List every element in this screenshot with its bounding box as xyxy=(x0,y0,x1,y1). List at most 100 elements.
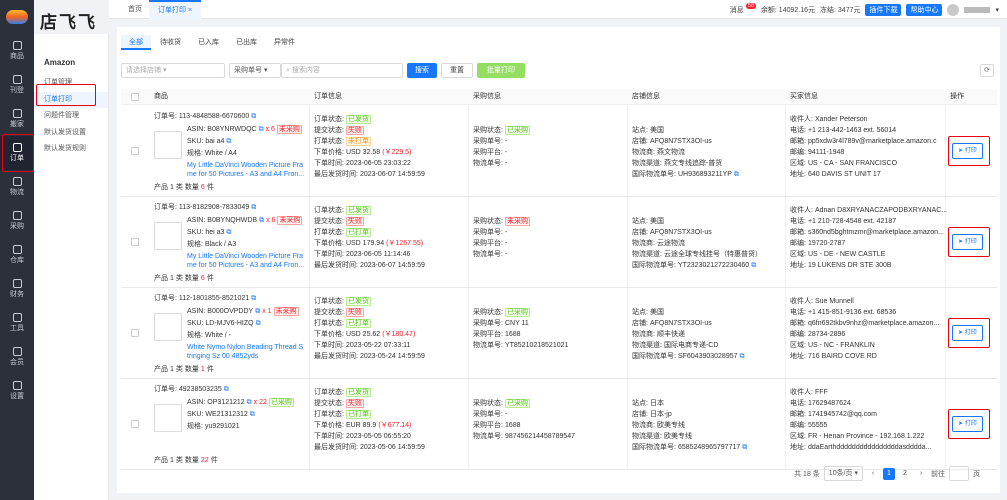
region-label: 区域: xyxy=(790,433,806,440)
copy-icon[interactable]: ⧉ xyxy=(251,204,256,211)
row-checkbox[interactable] xyxy=(131,329,139,337)
nav-item-finance[interactable]: 财务 xyxy=(0,272,34,306)
product-title-line1[interactable]: My Little DaVinci Wooden Picture Fra xyxy=(187,253,303,260)
store-select[interactable]: 请选择店铺 ▾ xyxy=(121,63,225,78)
nav-item-gear[interactable]: 设置 xyxy=(0,374,34,408)
chevron-down-icon[interactable]: ▾ xyxy=(995,6,999,14)
search-button[interactable]: 搜索 xyxy=(407,63,437,78)
search-input[interactable]: ⌕ 搜索内容 xyxy=(281,63,403,78)
select-all-checkbox[interactable] xyxy=(131,93,139,101)
help-center-button[interactable]: 帮助中心 xyxy=(906,3,943,16)
copy-icon[interactable]: ⧉ xyxy=(259,217,264,224)
nav-item-member[interactable]: 会员 xyxy=(0,340,34,374)
product-title-line2[interactable]: me for 50 Pictures - A3 and A4 Fron... xyxy=(187,171,304,178)
prev-page-icon[interactable]: ‹ xyxy=(867,468,879,480)
info-line: 产品 1 类数量 6 件 xyxy=(154,274,216,283)
copy-icon[interactable]: ⧉ xyxy=(250,411,255,418)
frozen-text: 冻结: 3477元 xyxy=(820,6,861,14)
info-line: 邮编: 55555 xyxy=(790,421,829,430)
tab-order-print[interactable]: 订单打印 × xyxy=(149,0,202,19)
nav-item-tool[interactable]: 工具 xyxy=(0,306,34,340)
nav-item-warehouse[interactable]: 仓库 xyxy=(0,238,34,272)
site-value: 日本 xyxy=(649,400,664,407)
tab-home[interactable]: 首页 xyxy=(119,0,151,19)
info-line: 区域: FR - Henan Province - 192.168.1.222 xyxy=(790,432,926,441)
channel-value: 云途全球专线挂号（特惠普货） xyxy=(663,251,762,258)
subnav-default-ship-rules[interactable]: 默认发货规则 xyxy=(34,141,108,158)
tab-exception[interactable]: 异常件 xyxy=(266,35,303,50)
asin-label: ASIN: xyxy=(187,126,206,133)
purchase-status: 未采购 xyxy=(504,217,530,226)
row-checkbox[interactable] xyxy=(131,238,139,246)
order-time-value: 2023-05-05 06:55:20 xyxy=(345,433,411,440)
search-type-select[interactable]: 采购单号 ▾ xyxy=(229,63,281,78)
product-title-line2[interactable]: tringing Sz 00 4852yds xyxy=(187,353,258,360)
postal-label: 邮编: xyxy=(790,331,806,338)
product-title-line1[interactable]: White Nymo Nylon Beading Thread S xyxy=(187,344,303,351)
info-line: 产品 1 类数量 6 件 xyxy=(154,183,216,192)
nav-item-box[interactable]: 商品 xyxy=(0,34,34,68)
product-title-line2[interactable]: me for 50 Pictures - A3 and A4 Fron... xyxy=(187,262,304,269)
copy-icon[interactable]: ⧉ xyxy=(256,320,261,327)
product-title-line1[interactable]: My Little DaVinci Wooden Picture Fra xyxy=(187,162,303,169)
nav-item-upload[interactable]: 刊登 xyxy=(0,68,34,102)
copy-icon[interactable]: ⧉ xyxy=(226,138,231,145)
avatar[interactable] xyxy=(947,3,960,16)
tab-pending-receipt[interactable]: 待收货 xyxy=(152,35,189,50)
product-thumbnail[interactable] xyxy=(154,404,182,432)
main-sidebar: 商品 刊登 搬家 订单 物流 采购 仓库 财务 工具 会员 设置 xyxy=(0,0,34,500)
order-status-badge: 已发货 xyxy=(345,388,371,397)
close-icon[interactable]: × xyxy=(188,7,192,14)
info-line: 物流单号: - xyxy=(473,250,509,259)
buyer-label: 收件人: xyxy=(790,207,813,214)
nav-item-home[interactable]: 物流 xyxy=(0,170,34,204)
warehouse-icon xyxy=(12,245,22,254)
order-time-value: 2023-06-05 23:03:22 xyxy=(345,160,411,167)
product-thumbnail[interactable] xyxy=(154,222,182,250)
info-line: 店铺: 日本-jp xyxy=(632,410,674,419)
copy-icon[interactable]: ⧉ xyxy=(742,444,747,451)
batch-print-button[interactable]: 批量打印 xyxy=(477,63,525,78)
purchase-platform: 1688 xyxy=(504,331,521,338)
copy-icon[interactable]: ⧉ xyxy=(259,126,264,133)
buyer-label: 收件人: xyxy=(790,116,813,123)
row-checkbox[interactable] xyxy=(131,147,139,155)
product-thumbnail[interactable] xyxy=(154,131,182,159)
page-1[interactable]: 1 xyxy=(883,467,895,480)
message-link[interactable]: 消息 xyxy=(730,5,744,15)
tab-all[interactable]: 全部 xyxy=(121,35,151,50)
nav-label: 财务 xyxy=(10,291,24,298)
nav-item-move[interactable]: 搬家 xyxy=(0,102,34,136)
product-thumbnail[interactable] xyxy=(154,313,182,341)
buyer-value: Xander Peterson xyxy=(814,116,868,123)
postal-value: 55555 xyxy=(807,422,828,429)
plugin-download-button[interactable]: 插件下载 xyxy=(865,3,902,16)
page-2[interactable]: 2 xyxy=(899,468,911,480)
copy-icon[interactable]: ⧉ xyxy=(251,295,256,302)
copy-icon[interactable]: ⧉ xyxy=(734,171,739,178)
search-icon: ⌕ xyxy=(286,67,290,74)
copy-icon[interactable]: ⧉ xyxy=(751,262,756,269)
refresh-icon[interactable]: ⟳ xyxy=(980,64,994,77)
copy-icon[interactable]: ⧉ xyxy=(740,353,745,360)
phone-label: 电话: xyxy=(790,127,806,134)
nav-item-cart[interactable]: 采购 xyxy=(0,204,34,238)
info-line: 邮箱: s360nd5bghtmzmr@marketplace.amazon... xyxy=(790,228,946,237)
next-page-icon[interactable]: › xyxy=(915,468,927,480)
page-size-select[interactable]: 10条/页 ▾ xyxy=(823,466,863,481)
copy-icon[interactable]: ⧉ xyxy=(224,386,229,393)
subnav-problem-items[interactable]: 问题件管理 xyxy=(34,108,108,125)
goto-page-input[interactable] xyxy=(949,466,969,481)
copy-icon[interactable]: ⧉ xyxy=(226,229,231,236)
row-checkbox[interactable] xyxy=(131,420,139,428)
tab-stocked-out[interactable]: 已出库 xyxy=(228,35,265,50)
copy-icon[interactable]: ⧉ xyxy=(255,308,260,315)
copy-icon[interactable]: ⧉ xyxy=(251,113,256,120)
subnav-default-ship-settings[interactable]: 默认发货设置 xyxy=(34,125,108,142)
reset-button[interactable]: 重置 xyxy=(441,63,473,78)
info-line: 打单状态: 已打单 xyxy=(314,319,373,328)
tab-stocked-in[interactable]: 已入库 xyxy=(190,35,227,50)
copy-icon[interactable]: ⧉ xyxy=(247,399,252,406)
purchase-platform-label: 采购平台: xyxy=(473,422,503,429)
info-line: 最后发货时间: 2023-06-07 14:59:59 xyxy=(314,170,427,179)
